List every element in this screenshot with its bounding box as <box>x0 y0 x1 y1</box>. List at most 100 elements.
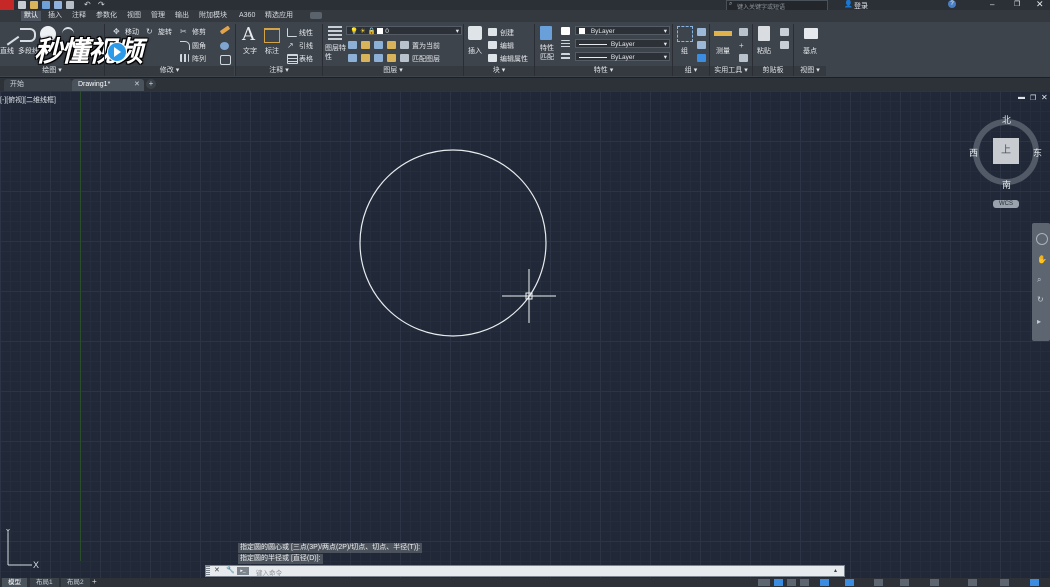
command-line[interactable]: ✕ 🔧 ▸_ 键入命令 ▴ <box>205 565 845 577</box>
measure-icon[interactable] <box>714 31 732 36</box>
panel-view-label[interactable]: 视图 ▾ <box>794 66 826 76</box>
match-properties-icon[interactable] <box>540 26 552 40</box>
osnap-toggle-icon[interactable] <box>845 579 854 586</box>
group-tool-icon-3[interactable] <box>697 54 706 62</box>
close-icon[interactable]: ✕ <box>1036 0 1044 10</box>
tab-annotate[interactable]: 注释 <box>69 11 89 21</box>
layer-tool-icon-2[interactable] <box>361 41 370 49</box>
match-properties-label[interactable]: 特性匹配 <box>540 44 554 62</box>
edit-block-label[interactable]: 编辑 <box>500 41 514 51</box>
command-customize-icon[interactable]: 🔧 <box>226 566 235 574</box>
compass-east[interactable]: 东 <box>1033 146 1042 159</box>
layer-tool-icon-5[interactable] <box>348 54 357 62</box>
match-layer-icon[interactable] <box>400 54 409 62</box>
fullscreen-icon[interactable] <box>1000 579 1009 586</box>
viewport-restore-icon[interactable]: ❐ <box>1030 94 1036 102</box>
match-layer-label[interactable]: 匹配图层 <box>412 54 440 64</box>
dimension-tool-icon[interactable] <box>264 28 280 43</box>
edit-attributes-icon[interactable] <box>488 54 497 62</box>
layer-properties-label[interactable]: 图层特性 <box>325 44 347 62</box>
tab-manage[interactable]: 管理 <box>148 11 168 21</box>
nav-pan-icon[interactable]: ✋ <box>1037 255 1047 264</box>
set-current-label[interactable]: 置为当前 <box>412 41 440 51</box>
leader-label[interactable]: 引线 <box>299 41 313 51</box>
layer-tool-icon-1[interactable] <box>348 41 357 49</box>
layout-tab-model[interactable]: 模型 <box>2 578 27 587</box>
save-icon[interactable] <box>42 1 50 9</box>
paste-icon[interactable] <box>758 26 770 41</box>
minimize-icon[interactable]: – <box>990 0 994 9</box>
text-tool-icon[interactable]: A <box>242 24 255 45</box>
array-label[interactable]: 阵列 <box>192 54 206 64</box>
base-point-icon[interactable] <box>804 28 818 39</box>
lineweight-dropdown[interactable]: ByLayer ▾ <box>575 52 670 61</box>
nav-orbit-icon[interactable]: ↻ <box>1037 295 1044 304</box>
model-space-button[interactable] <box>758 579 770 586</box>
saveas-icon[interactable] <box>54 1 62 9</box>
table-icon[interactable] <box>287 54 298 64</box>
ribbon-toggle-icon[interactable] <box>310 12 322 19</box>
edit-attributes-label[interactable]: 编辑属性 <box>500 54 528 64</box>
create-block-icon[interactable] <box>488 28 497 36</box>
layer-tool-icon-3[interactable] <box>374 41 383 49</box>
utility-tool-icon-3[interactable] <box>739 54 748 62</box>
new-tab-button[interactable]: + <box>146 79 156 89</box>
measure-label[interactable]: 测量 <box>716 46 730 56</box>
linear-dim-label[interactable]: 线性 <box>299 28 313 38</box>
quick-access-toolbar[interactable]: ↶ ↷ <box>18 0 128 9</box>
layer-properties-icon[interactable] <box>328 26 342 40</box>
compass-west[interactable]: 西 <box>969 146 978 159</box>
insert-block-label[interactable]: 插入 <box>468 46 482 56</box>
tab-default[interactable]: 默认 <box>21 11 41 21</box>
grid-toggle-icon[interactable] <box>774 579 783 586</box>
layer-tool-icon-6[interactable] <box>361 54 370 62</box>
open-file-icon[interactable] <box>30 1 38 9</box>
restore-icon[interactable]: ❐ <box>1014 0 1020 8</box>
text-tool-label[interactable]: 文字 <box>243 46 257 56</box>
viewport-minimize-icon[interactable]: ▬ <box>1018 94 1025 101</box>
isolate-icon[interactable] <box>968 579 977 586</box>
snap-toggle-icon[interactable] <box>787 579 796 586</box>
rotate-icon[interactable]: ↻ <box>146 27 155 36</box>
command-recent-icon[interactable]: ▸_ <box>237 567 249 575</box>
dimension-tool-label[interactable]: 标注 <box>265 46 279 56</box>
redo-icon[interactable]: ↷ <box>98 0 105 9</box>
panel-layers-label[interactable]: 图层 ▾ <box>323 66 463 76</box>
otrack-toggle-icon[interactable] <box>874 579 883 586</box>
explode-icon[interactable] <box>220 42 229 50</box>
copy-clip-icon[interactable] <box>780 28 789 36</box>
tab-a360[interactable]: A360 <box>236 11 258 21</box>
base-point-label[interactable]: 基点 <box>803 46 817 56</box>
panel-clipboard-label[interactable]: 剪贴板 <box>753 66 793 76</box>
group-tool-icon-1[interactable] <box>697 28 706 36</box>
ortho-toggle-icon[interactable] <box>800 579 809 586</box>
layout-tab-layout1[interactable]: 布局1 <box>30 578 59 587</box>
panel-block-label[interactable]: 块 ▾ <box>464 66 534 76</box>
layer-tool-icon-7[interactable] <box>374 54 383 62</box>
compass-north[interactable]: 北 <box>1002 113 1011 126</box>
panel-properties-label[interactable]: 特性 ▾ <box>535 66 672 76</box>
trim-label[interactable]: 修剪 <box>192 27 206 37</box>
annotation-scale-icon[interactable] <box>900 579 909 586</box>
tab-start[interactable]: 开始 <box>4 79 72 91</box>
nav-showmotion-icon[interactable]: ▸ <box>1037 317 1041 326</box>
panel-modify-label[interactable]: 修改 ▾ <box>105 66 234 76</box>
tab-addins[interactable]: 附加模块 <box>196 11 230 21</box>
nav-zoom-icon[interactable]: ⌕ <box>1037 275 1041 285</box>
app-logo-icon[interactable] <box>0 0 14 10</box>
wcs-menu[interactable]: WCS <box>993 200 1019 208</box>
edit-block-icon[interactable] <box>488 41 497 49</box>
compass-south[interactable]: 南 <box>1002 178 1011 191</box>
layout-tab-layout2[interactable]: 布局2 <box>61 578 90 587</box>
panel-annotation-label[interactable]: 注释 ▾ <box>236 66 322 76</box>
viewcube-top-face[interactable]: 上 <box>993 138 1019 164</box>
tab-close-icon[interactable]: ✕ <box>134 80 140 88</box>
offset-icon[interactable] <box>220 55 231 65</box>
drawing-canvas[interactable]: [-][俯视][二维线框] ▬ ❐ ✕ 上 北 南 西 东 WCS ✋ ⌕ ↻ … <box>0 91 1050 578</box>
insert-block-icon[interactable] <box>468 26 482 40</box>
command-close-icon[interactable]: ✕ <box>214 566 220 574</box>
linear-dim-icon[interactable] <box>287 28 297 37</box>
tab-featured-apps[interactable]: 精选应用 <box>262 11 296 21</box>
utility-tool-icon-1[interactable] <box>739 28 748 36</box>
layer-tool-icon-4[interactable] <box>387 41 396 49</box>
